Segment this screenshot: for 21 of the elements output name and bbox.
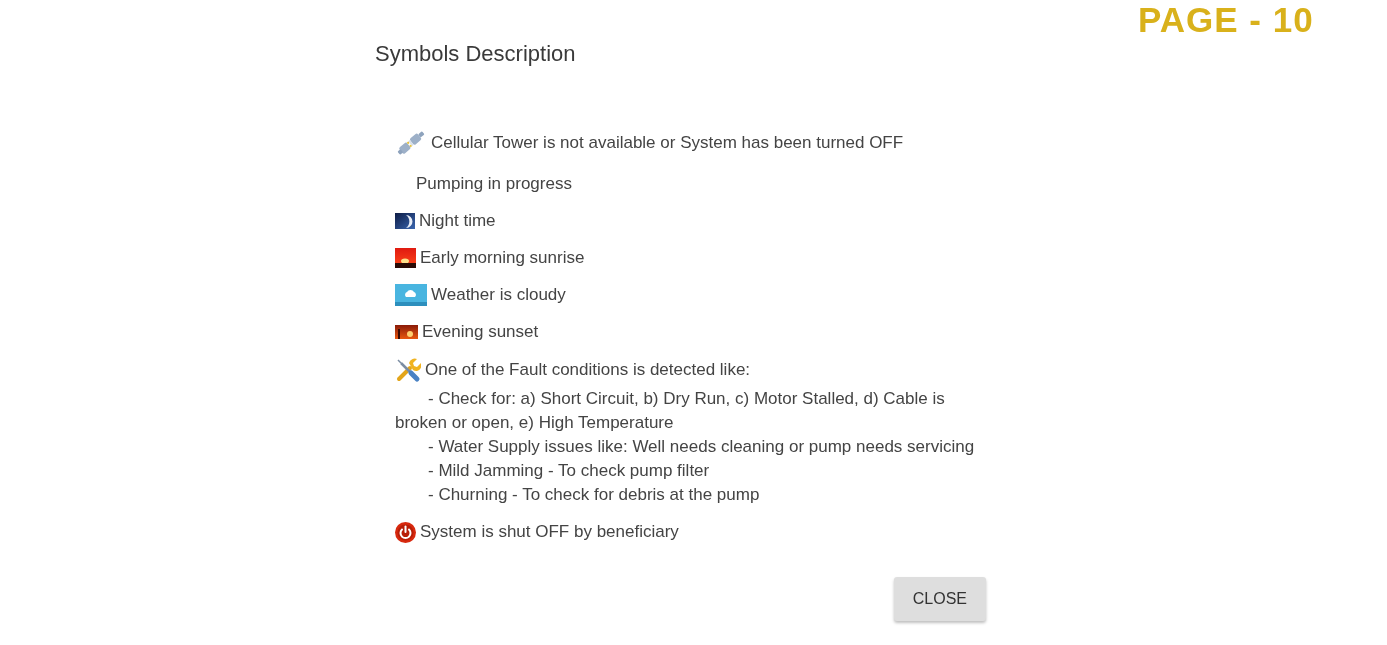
night-icon [395, 213, 415, 229]
symbol-description: One of the Fault conditions is detected like: [425, 359, 751, 381]
symbol-description: System is shut OFF by beneficiary [420, 521, 679, 543]
fault-condition: - Check for: a) Short Circuit, b) Dry Run, c) Motor Stalled, d) Cable is broken or open, e) High Temperature [395, 388, 946, 434]
dialog-title: Symbols Description [375, 40, 576, 68]
close-button[interactable]: CLOSE [893, 577, 986, 621]
symbol-description: Night time [419, 210, 496, 232]
symbol-description: Early morning sunrise [420, 247, 585, 269]
sunset-icon [395, 325, 418, 339]
sunrise-icon [395, 248, 416, 268]
tools-icon [395, 357, 421, 383]
page-label: PAGE - 10 [1138, 1, 1314, 39]
fault-condition: - Mild Jamming - To check pump filter [427, 460, 711, 482]
symbol-description: Cellular Tower is not available or System has been turned OFF [431, 132, 904, 154]
fault-condition: - Churning - To check for debris at the pump [427, 484, 761, 506]
symbol-description: Evening sunset [422, 321, 539, 343]
fault-condition: - Water Supply issues like: Well needs cleaning or pump needs servicing [427, 436, 976, 458]
cloud-icon [395, 284, 427, 306]
symbol-description: Weather is cloudy [431, 284, 566, 306]
symbol-description: Pumping in progress [415, 173, 572, 195]
power-icon [395, 521, 416, 543]
